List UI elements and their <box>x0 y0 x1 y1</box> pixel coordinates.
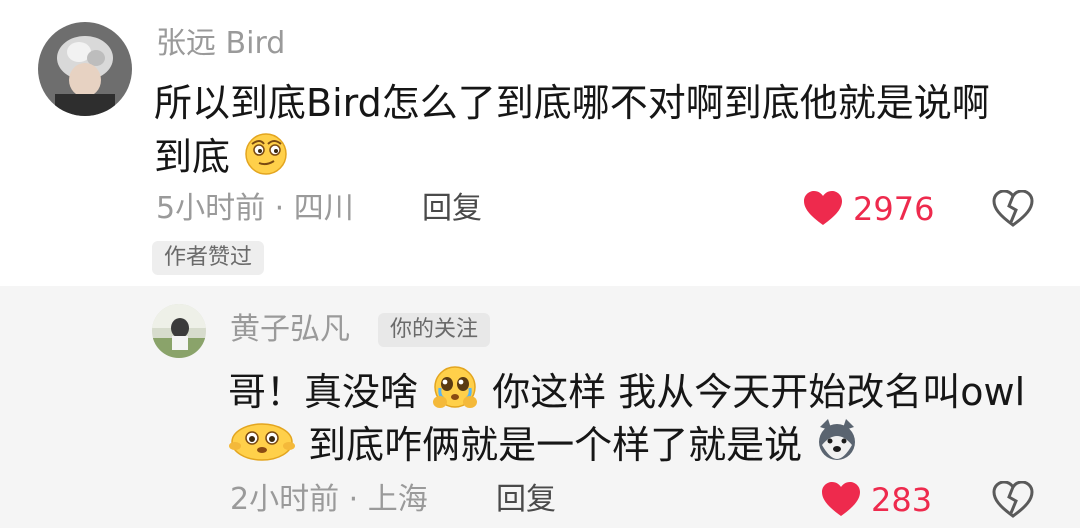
reply-text-line2: 到底咋俩就是一个样了就是说 <box>228 416 860 479</box>
reply-username[interactable]: 黄子弘凡 <box>230 308 350 352</box>
heart-icon <box>821 482 861 518</box>
reply-like-count: 283 <box>871 481 933 519</box>
comment-text-line1: 所以到底Bird怎么了到底哪不对啊到底他就是说啊 <box>154 81 990 125</box>
shy-eyes-face-icon <box>228 416 296 479</box>
comment-reply-button[interactable]: 回复 <box>422 187 482 231</box>
avatar-zhangyuan[interactable] <box>38 22 132 116</box>
avatar-huangzihongfan[interactable] <box>152 304 206 358</box>
reply-like-button[interactable]: 283 <box>821 478 932 522</box>
comment-meta: 5小时前 · 四川 <box>156 191 354 226</box>
comment-dislike-button[interactable] <box>992 189 1034 228</box>
broken-heart-icon <box>992 480 1034 523</box>
follow-badge: 你的关注 <box>378 313 491 347</box>
comment-text-line2-text: 到底 <box>154 135 231 179</box>
author-liked-badge: 作者赞过 <box>152 241 265 275</box>
reply-dislike-button[interactable] <box>992 480 1034 519</box>
reply-meta: 2小时前 · 上海 <box>230 482 428 517</box>
smirk-face-icon <box>242 128 290 191</box>
reply-reply-button[interactable]: 回复 <box>496 478 556 522</box>
comment-like-button[interactable]: 2976 <box>803 187 934 231</box>
comment-username[interactable]: 张远 Bird <box>156 22 285 66</box>
comment-like-count: 2976 <box>853 190 935 228</box>
comment-text-line2: 到底 <box>154 128 290 191</box>
reply-text-line1-part1: 哥！真没啥 <box>228 370 419 414</box>
reply-text-line2-text: 到底咋俩就是一个样了就是说 <box>308 423 803 467</box>
husky-dog-icon <box>814 417 860 478</box>
heart-icon <box>803 191 843 227</box>
broken-heart-icon <box>992 189 1034 232</box>
reply-text-line1-part2: 你这样 我从今天开始改名叫owl <box>492 370 1026 414</box>
